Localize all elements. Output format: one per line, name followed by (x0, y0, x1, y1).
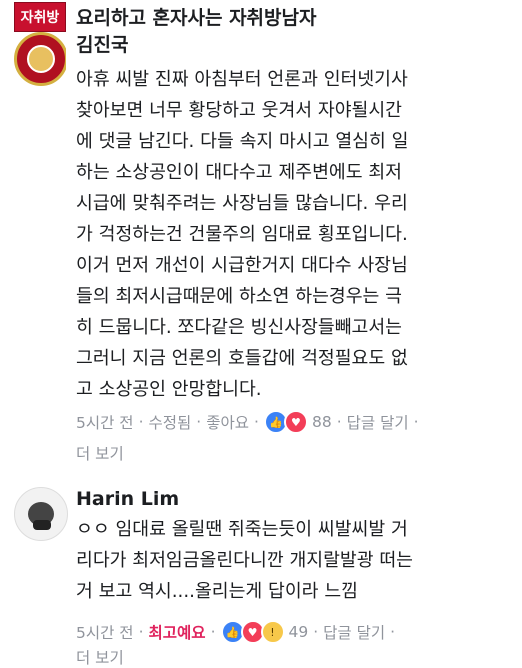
comment-line: ㅇㅇ 임대료 올릴땐 쥐죽는듯이 씨발씨발 거 (76, 519, 408, 540)
separator: · (254, 413, 259, 431)
top-reaction-button[interactable]: 최고예요 (149, 621, 206, 643)
comment-meta: 5시간 전 · 수정됨 · 좋아요 · 👍 ♥ 88 · 답글 달기 · (76, 410, 424, 434)
comment-line: 아휴 씨발 진짜 아침부터 언론과 인터넷기사 (76, 69, 408, 90)
reaction-count[interactable]: 88 (312, 413, 332, 431)
group-name[interactable]: 요리하고 혼자사는 자취방남자 (76, 5, 316, 32)
comment-line: 그러니 지금 언론의 호들갑에 걱정필요도 없 (76, 348, 408, 369)
separator: · (138, 623, 144, 641)
comment-meta: 5시간 전 · 최고예요 · 👍 ♥ ! 49 · 답글 달기 · (76, 620, 400, 644)
comment-line: 리다가 최저임금올린다니깐 개지랄발광 떠는 (76, 550, 413, 571)
separator: · (196, 413, 202, 431)
comment-author[interactable]: Harin Lim (76, 486, 179, 513)
separator: · (138, 413, 144, 431)
love-icon: ♥ (283, 410, 308, 434)
comment-line: 에 댓글 남긴다. 다들 속지 마시고 열심히 일 (76, 131, 409, 152)
like-button[interactable]: 좋아요 (206, 411, 249, 433)
comment-line: 히 드뭅니다. 쪼다같은 빙신사장들빼고서는 (76, 317, 402, 338)
avatar[interactable] (14, 487, 68, 541)
see-more-link[interactable]: 더 보기 (76, 442, 124, 464)
group-badge: 자취방 (14, 2, 66, 32)
comment-line: 찾아보면 너무 황당하고 웃겨서 자야될시간 (76, 100, 402, 121)
separator: · (313, 623, 319, 641)
comment-line: 하는 소상공인이 대다수고 제주변에도 최저 (76, 162, 402, 183)
comment-line: 거 보고 역시....올리는게 답이라 느낌 (76, 581, 358, 602)
see-more-link[interactable]: 더 보기 (76, 646, 124, 668)
separator: · (336, 413, 342, 431)
avatar-image-detail (33, 520, 51, 530)
separator: · (413, 413, 419, 431)
comment-line: 가 걱정하는건 건물주의 임대료 횡포입니다. (76, 224, 408, 245)
reactions[interactable]: 👍 ♥ ! (220, 620, 285, 644)
comment-text: 아휴 씨발 진짜 아침부터 언론과 인터넷기사 찾아보면 너무 황당하고 웃겨서… (76, 64, 516, 405)
reaction-count[interactable]: 49 (289, 623, 309, 641)
wow-icon: ! (260, 620, 285, 644)
comment-line: 들의 최저시급때문에 하소연 하는경우는 극 (76, 286, 402, 307)
comment-author[interactable]: 김진국 (76, 32, 128, 59)
timestamp[interactable]: 5시간 전 (76, 411, 134, 433)
reactions[interactable]: 👍 ♥ (263, 410, 308, 434)
separator: · (390, 623, 396, 641)
timestamp[interactable]: 5시간 전 (76, 621, 134, 643)
avatar[interactable]: 자취방 (14, 2, 66, 90)
reply-button[interactable]: 답글 달기 (347, 411, 409, 433)
comment-line: 이거 먼저 개선이 시급한거지 대다수 사장님 (76, 255, 408, 276)
comment-text: ㅇㅇ 임대료 올릴땐 쥐죽는듯이 씨발씨발 거 리다가 최저임금올린다니깐 개지… (76, 514, 516, 607)
comment-line: 시급에 맞춰주려는 사장님들 많습니다. 우리 (76, 193, 408, 214)
comment-line: 고 소상공인 안망합니다. (76, 379, 262, 400)
marine-emblem-icon (14, 32, 66, 86)
reply-button[interactable]: 답글 달기 (323, 621, 385, 643)
separator: · (210, 623, 216, 641)
edited-label[interactable]: 수정됨 (149, 411, 192, 433)
